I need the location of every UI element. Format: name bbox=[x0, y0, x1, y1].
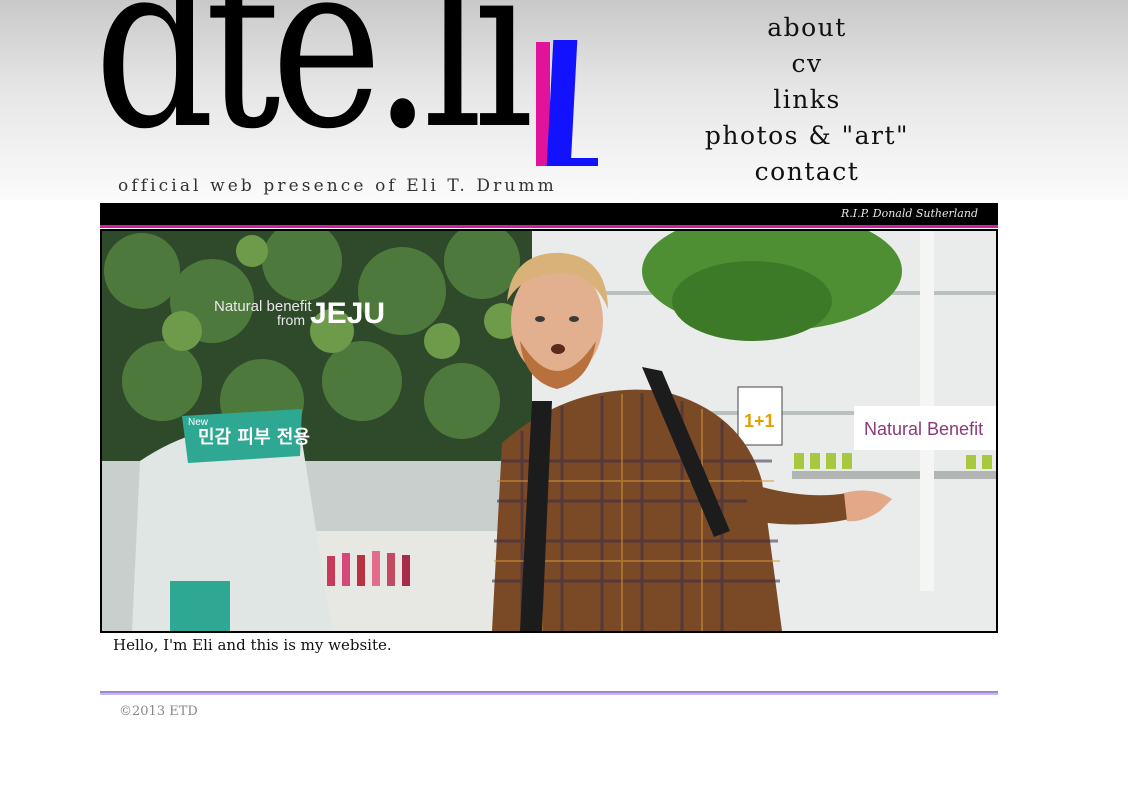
logo-text: dte.li bbox=[100, 0, 534, 170]
person-eye-right bbox=[569, 316, 579, 322]
store-sign-line2: from bbox=[277, 312, 305, 328]
site-tagline: official web presence of Eli T. Drumm bbox=[118, 176, 557, 196]
memorial-text: R.I.P. Donald Sutherland bbox=[840, 207, 978, 220]
counter-sign-text: Natural Benefit bbox=[864, 419, 983, 439]
copyright-text: ©2013 ETD bbox=[119, 704, 198, 719]
hanging-plant-shadow bbox=[672, 261, 832, 341]
nav-contact-link[interactable]: contact bbox=[690, 154, 924, 190]
price-tag-text: 1+1 bbox=[744, 411, 775, 431]
hero-photo-illustration: Natural benefit from JEJU 민감 피부 전용 New N… bbox=[102, 231, 996, 631]
store-sign-brand: JEJU bbox=[310, 297, 385, 330]
greeting-text: Hello, I'm Eli and this is my website. bbox=[113, 636, 392, 654]
logo-blue-stripe bbox=[546, 40, 578, 166]
hero-photo: Natural benefit from JEJU 민감 피부 전용 New N… bbox=[100, 229, 998, 633]
product-box bbox=[170, 581, 230, 631]
site-header: dte.li official web presence of Eli T. D… bbox=[0, 0, 1128, 200]
nav-links-link[interactable]: links bbox=[690, 82, 924, 118]
nav-cv-link[interactable]: cv bbox=[690, 46, 924, 82]
person-mouth bbox=[551, 344, 565, 354]
person-eye-left bbox=[535, 316, 545, 322]
nav-photos-link[interactable]: photos & "art" bbox=[690, 118, 924, 154]
main-nav: about cv links photos & "art" contact bbox=[690, 10, 924, 190]
shelf-line bbox=[792, 471, 996, 479]
display-korean-text: 민감 피부 전용 bbox=[198, 427, 310, 448]
nav-about-link[interactable]: about bbox=[690, 10, 924, 46]
footer-divider bbox=[100, 691, 998, 695]
site-logo[interactable]: dte.li bbox=[100, 0, 600, 170]
memorial-banner: R.I.P. Donald Sutherland bbox=[100, 203, 998, 228]
logo-blue-foot bbox=[550, 158, 598, 166]
display-new-tag: New bbox=[188, 417, 209, 428]
